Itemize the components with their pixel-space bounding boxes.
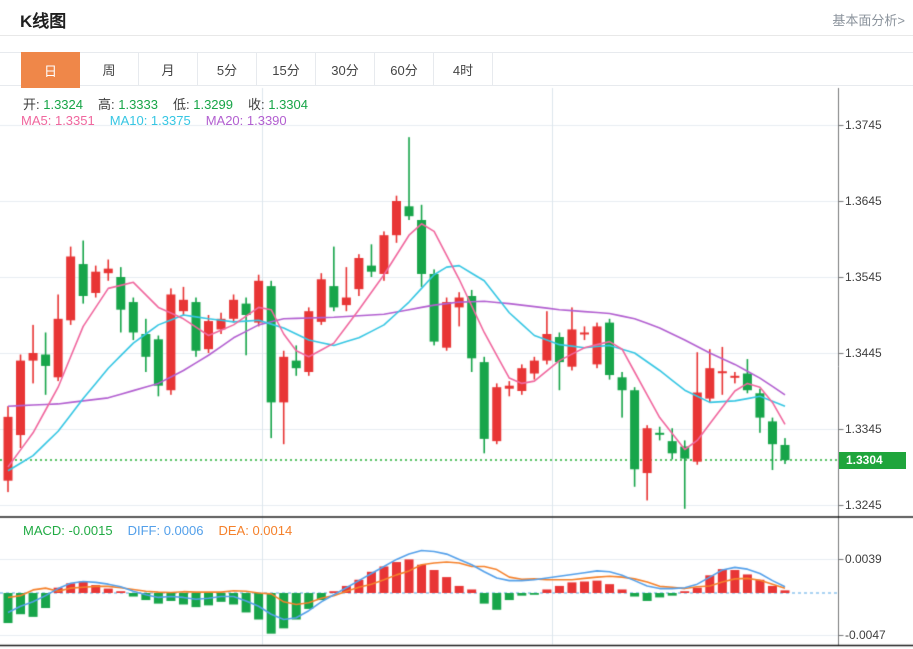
period-tabbar: 日周月5分15分30分60分4时 (0, 52, 913, 86)
kline-page: K线图 基本面分析> 日周月5分15分30分60分4时 开: 1.3324 高: … (0, 0, 913, 649)
price-tick-label: 1.3745 (845, 118, 882, 132)
tab-60min[interactable]: 60分 (375, 53, 434, 85)
price-tick-label: 1.3345 (845, 422, 882, 436)
price-tick-label: 1.3445 (845, 346, 882, 360)
macd-tick-label: -0.0047 (845, 628, 886, 642)
tab-4hour[interactable]: 4时 (434, 53, 493, 85)
macd-legend: MACD: -0.0015 DIFF: 0.0006 DEA: 0.0014 (23, 523, 307, 538)
ma5-legend: MA5: 1.3351 (21, 113, 95, 128)
page-title: K线图 (20, 7, 66, 32)
tab-month[interactable]: 月 (139, 53, 198, 85)
ma-legend: MA5: 1.3351 MA10: 1.3375 MA20: 1.3390 (21, 113, 302, 128)
ohlc-legend: 开: 1.3324 高: 1.3333 低: 1.3299 收: 1.3304 (23, 94, 323, 113)
ma10-legend: MA10: 1.3375 (110, 113, 191, 128)
tab-week[interactable]: 周 (80, 53, 139, 85)
current-price-tag: 1.3304 (839, 452, 906, 469)
tab-30min[interactable]: 30分 (316, 53, 375, 85)
period-tabs: 日周月5分15分30分60分4时 (21, 53, 493, 85)
ma20-legend: MA20: 1.3390 (206, 113, 287, 128)
ohlc-low: 低: 1.3299 (173, 94, 233, 113)
ohlc-high: 高: 1.3333 (98, 94, 158, 113)
tab-5min[interactable]: 5分 (198, 53, 257, 85)
fundamental-analysis-link[interactable]: 基本面分析> (832, 10, 905, 29)
price-tick-label: 1.3645 (845, 194, 882, 208)
ohlc-open: 开: 1.3324 (23, 94, 83, 113)
tab-15min[interactable]: 15分 (257, 53, 316, 85)
macd-value: MACD: -0.0015 (23, 523, 113, 538)
dea-value: DEA: 0.0014 (218, 523, 292, 538)
price-tick-label: 1.3245 (845, 498, 882, 512)
price-tick-label: 1.3545 (845, 270, 882, 284)
tab-day[interactable]: 日 (21, 52, 80, 88)
page-header: K线图 基本面分析> (0, 0, 913, 36)
ohlc-close: 收: 1.3304 (248, 94, 308, 113)
diff-value: DIFF: 0.0006 (128, 523, 204, 538)
macd-tick-label: 0.0039 (845, 552, 882, 566)
